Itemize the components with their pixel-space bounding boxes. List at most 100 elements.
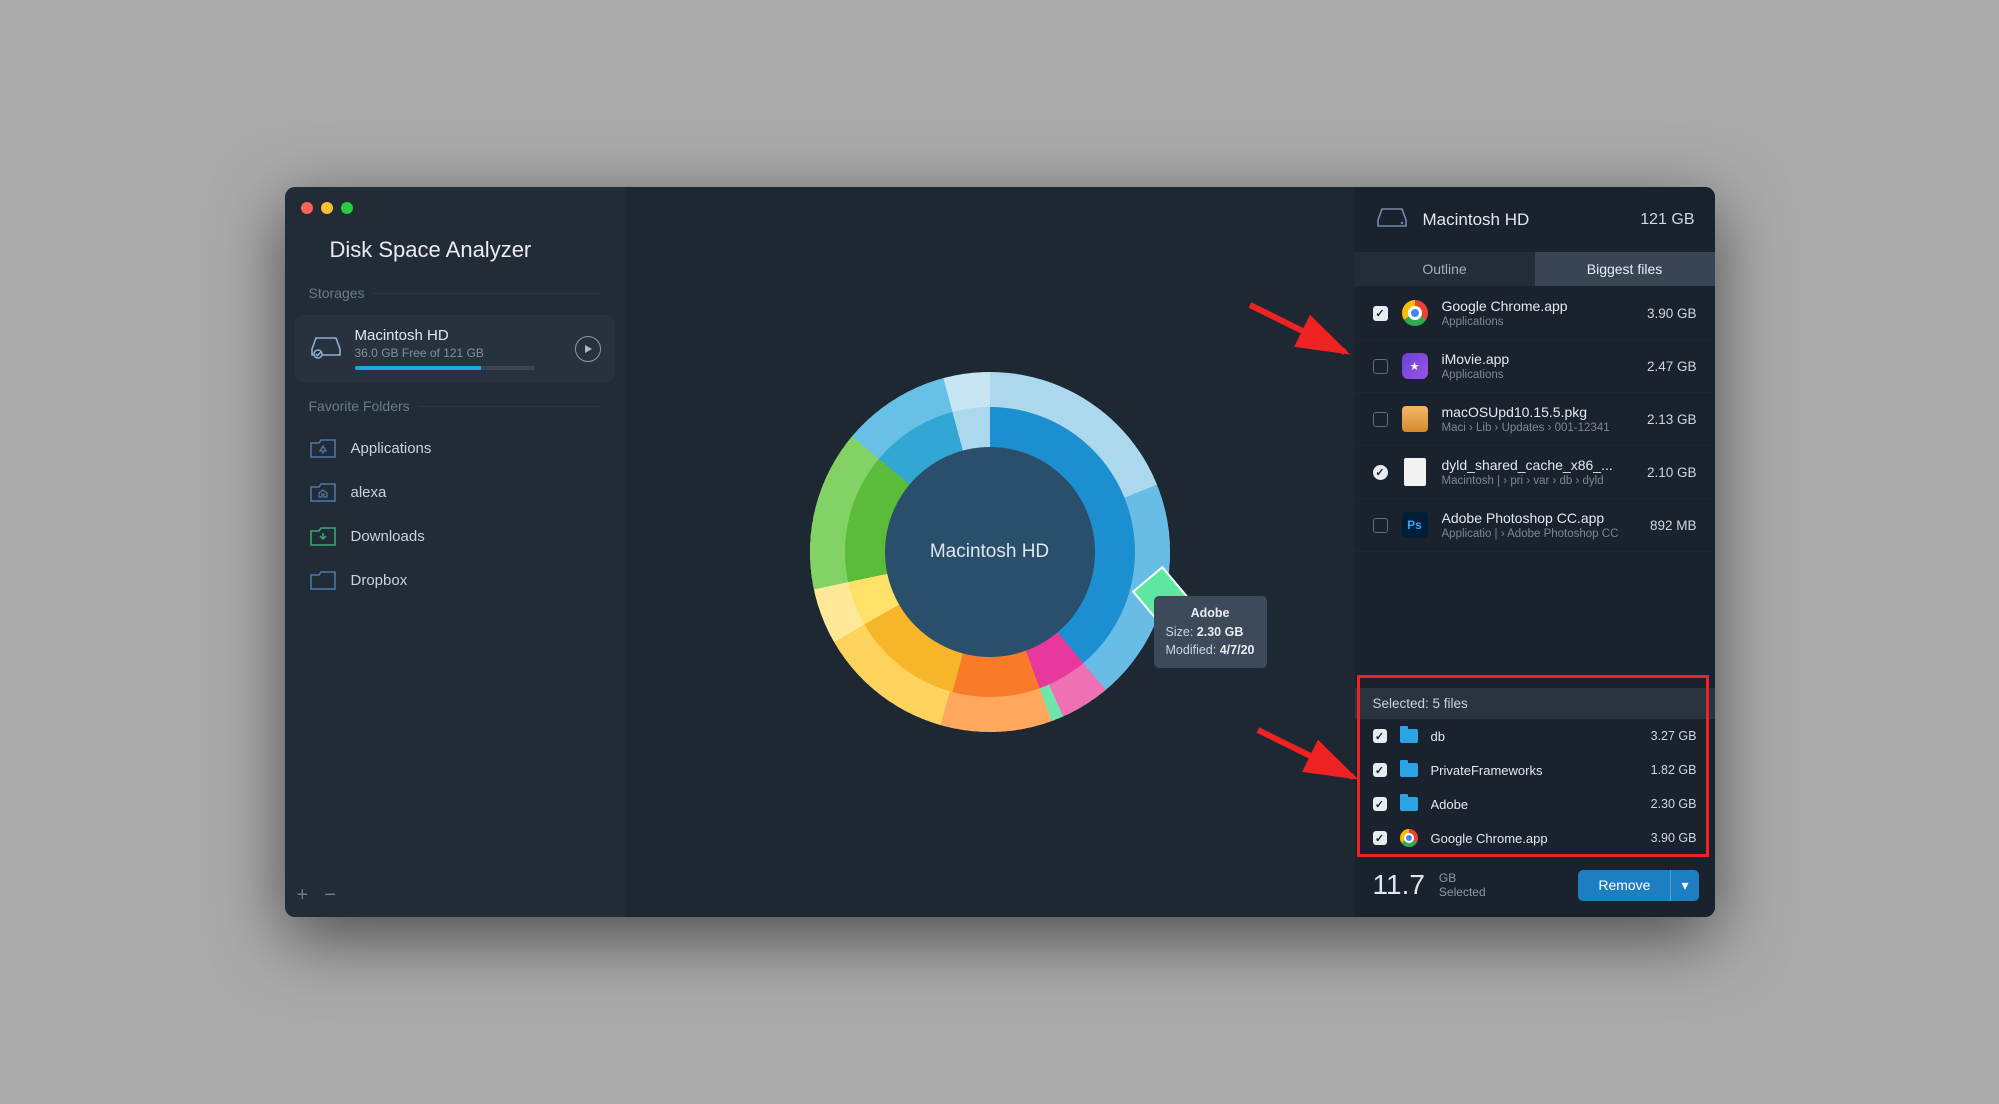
- file-checkbox[interactable]: [1373, 359, 1388, 374]
- selected-name: Google Chrome.app: [1431, 831, 1639, 846]
- tooltip-modified: 4/7/20: [1220, 643, 1255, 657]
- selected-size: 3.27 GB: [1651, 729, 1697, 743]
- chrome-icon: [1399, 828, 1419, 848]
- sidebar-footer: + −: [297, 884, 336, 907]
- favorite-label: alexa: [351, 484, 387, 501]
- annotation-arrow-1: [1245, 297, 1355, 367]
- scan-button[interactable]: [575, 336, 601, 362]
- favorite-applications[interactable]: Applications: [297, 426, 613, 470]
- disk-icon: [1375, 205, 1409, 234]
- remove-favorite-button[interactable]: −: [324, 884, 336, 907]
- file-row[interactable]: macOSUpd10.15.5.pkg Maci › Lib › Updates…: [1355, 393, 1715, 446]
- selected-size: 1.82 GB: [1651, 763, 1697, 777]
- favorite-label: Dropbox: [351, 572, 408, 589]
- app-window: Disk Space Analyzer Storages Macintosh H…: [285, 187, 1715, 917]
- imovie-icon: ★: [1400, 351, 1430, 381]
- file-checkbox[interactable]: [1373, 306, 1388, 321]
- selected-size: 3.90 GB: [1651, 831, 1697, 845]
- selected-name: db: [1431, 729, 1639, 744]
- file-row[interactable]: Google Chrome.app Applications 3.90 GB: [1355, 287, 1715, 340]
- selected-unit: GB: [1439, 871, 1486, 885]
- selected-name: PrivateFrameworks: [1431, 763, 1639, 778]
- file-row[interactable]: dyld_shared_cache_x86_... Macintosh | › …: [1355, 446, 1715, 499]
- tab-biggest-files[interactable]: Biggest files: [1535, 252, 1715, 287]
- file-name: dyld_shared_cache_x86_...: [1442, 457, 1635, 473]
- remove-button-label: Remove: [1578, 870, 1670, 901]
- selected-total-label: GB Selected: [1439, 871, 1486, 900]
- tooltip-size-label: Size:: [1166, 625, 1194, 639]
- sunburst-chart[interactable]: Macintosh HD: [730, 292, 1250, 812]
- storage-name: Macintosh HD: [355, 327, 563, 344]
- file-path: Applications: [1442, 369, 1635, 381]
- file-checkbox[interactable]: [1373, 412, 1388, 427]
- file-name: macOSUpd10.15.5.pkg: [1442, 404, 1635, 420]
- annotation-arrow-2: [1253, 722, 1363, 792]
- storages-section-label: Storages: [285, 285, 625, 307]
- selected-header: Selected: 5 files: [1355, 688, 1715, 719]
- file-meta: dyld_shared_cache_x86_... Macintosh | › …: [1442, 457, 1635, 487]
- right-panel: Macintosh HD 121 GB Outline Biggest file…: [1355, 187, 1715, 917]
- file-row[interactable]: Ps Adobe Photoshop CC.app Applicatio | ›…: [1355, 499, 1715, 552]
- right-disk-name: Macintosh HD: [1423, 210, 1627, 230]
- file-name: iMovie.app: [1442, 351, 1635, 367]
- selected-checkbox[interactable]: [1373, 729, 1387, 743]
- sidebar: Disk Space Analyzer Storages Macintosh H…: [285, 187, 625, 917]
- favorite-label: Downloads: [351, 528, 425, 545]
- file-path: Macintosh | › pri › var › db › dyld: [1442, 475, 1635, 487]
- add-favorite-button[interactable]: +: [297, 884, 309, 907]
- folder-icon: [1399, 794, 1419, 814]
- file-row[interactable]: ★ iMovie.app Applications 2.47 GB: [1355, 340, 1715, 393]
- right-footer: 11.7 GB Selected Remove ▾: [1355, 855, 1715, 917]
- storage-info: Macintosh HD 36.0 GB Free of 121 GB: [355, 327, 563, 370]
- sunburst-tooltip: Adobe Size: 2.30 GB Modified: 4/7/20: [1154, 596, 1267, 668]
- disk-icon: [309, 332, 343, 365]
- file-size: 3.90 GB: [1647, 306, 1697, 321]
- file-meta: iMovie.app Applications: [1442, 351, 1635, 381]
- doc-icon: [1400, 457, 1430, 487]
- file-path: Applications: [1442, 316, 1635, 328]
- file-meta: macOSUpd10.15.5.pkg Maci › Lib › Updates…: [1442, 404, 1635, 434]
- folder-icon: [1399, 760, 1419, 780]
- file-size: 892 MB: [1650, 518, 1697, 533]
- right-disk-size: 121 GB: [1640, 211, 1694, 229]
- storage-usage-bar: [355, 366, 535, 370]
- tooltip-modified-label: Modified:: [1166, 643, 1217, 657]
- sunburst-center-label: Macintosh HD: [930, 541, 1049, 563]
- remove-dropdown-icon[interactable]: ▾: [1670, 870, 1698, 901]
- ps-icon: Ps: [1400, 510, 1430, 540]
- tooltip-name: Adobe: [1191, 606, 1230, 620]
- selected-row[interactable]: PrivateFrameworks 1.82 GB: [1355, 753, 1715, 787]
- home-folder-icon: [309, 480, 337, 504]
- favorite-dropbox[interactable]: Dropbox: [297, 558, 613, 602]
- storage-subtitle: 36.0 GB Free of 121 GB: [355, 346, 563, 360]
- favorite-label: Applications: [351, 440, 432, 457]
- selected-row[interactable]: Google Chrome.app 3.90 GB: [1355, 821, 1715, 855]
- selected-row[interactable]: db 3.27 GB: [1355, 719, 1715, 753]
- selected-total: 11.7: [1373, 869, 1425, 901]
- tab-outline[interactable]: Outline: [1355, 252, 1535, 287]
- favorite-downloads[interactable]: Downloads: [297, 514, 613, 558]
- selected-size: 2.30 GB: [1651, 797, 1697, 811]
- favorites-section-label: Favorite Folders: [285, 398, 625, 420]
- selected-row[interactable]: Adobe 2.30 GB: [1355, 787, 1715, 821]
- tooltip-size: 2.30 GB: [1197, 625, 1244, 639]
- file-meta: Adobe Photoshop CC.app Applicatio | › Ad…: [1442, 510, 1638, 540]
- selected-label: Selected: [1439, 885, 1486, 899]
- biggest-files-list: Google Chrome.app Applications 3.90 GB ★…: [1355, 287, 1715, 552]
- selected-checkbox[interactable]: [1373, 763, 1387, 777]
- selected-list: db 3.27 GB PrivateFrameworks 1.82 GB Ado…: [1355, 719, 1715, 855]
- right-header: Macintosh HD 121 GB: [1355, 187, 1715, 252]
- storage-card-macintosh-hd[interactable]: Macintosh HD 36.0 GB Free of 121 GB: [295, 315, 615, 382]
- file-checkbox[interactable]: [1373, 518, 1388, 533]
- favorite-folders-list: Applications alexa Downloads Dropbox: [285, 420, 625, 608]
- remove-button[interactable]: Remove ▾: [1578, 870, 1698, 901]
- selected-checkbox[interactable]: [1373, 831, 1387, 845]
- file-checkbox[interactable]: [1373, 465, 1388, 480]
- selected-checkbox[interactable]: [1373, 797, 1387, 811]
- file-name: Google Chrome.app: [1442, 298, 1635, 314]
- file-path: Applicatio | › Adobe Photoshop CC: [1442, 528, 1638, 540]
- sunburst-center[interactable]: Macintosh HD: [885, 447, 1095, 657]
- favorite-home[interactable]: alexa: [297, 470, 613, 514]
- chrome-icon: [1400, 298, 1430, 328]
- right-tabs: Outline Biggest files: [1355, 252, 1715, 287]
